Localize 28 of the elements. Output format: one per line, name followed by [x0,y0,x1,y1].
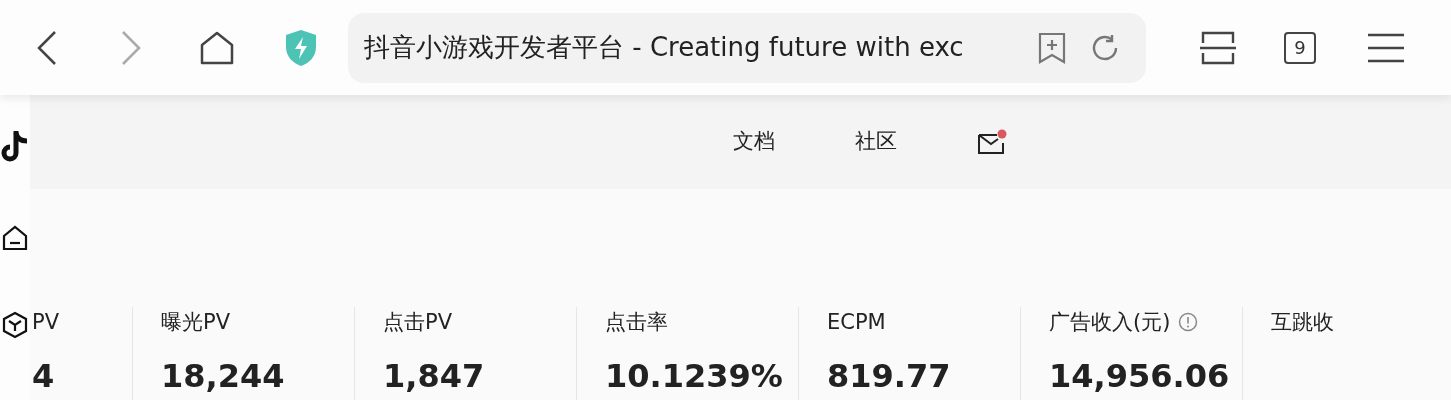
nav-link[interactable]: 文档 [733,126,775,158]
metric-label: PV [32,308,60,336]
reload-icon[interactable] [1090,32,1120,63]
bookmark-add-icon[interactable] [1038,31,1066,64]
metric-label: 点击率 [605,308,668,336]
metric-value: 819.77 [827,356,952,397]
metric-value: 10.1239% [605,356,784,397]
metric-value: 18,244 [161,356,286,397]
cube-icon[interactable] [2,311,28,339]
mail-icon[interactable] [977,128,1007,155]
metric-label: ECPM [827,308,886,336]
metric-value: 1,847 [383,356,486,397]
home-icon[interactable] [2,225,28,251]
metric-label: 点击PV [383,308,453,336]
metric-label: 广告收入(元) [1049,308,1171,336]
page-title: 抖音小游戏开发者平台 - Creating future with exc [364,31,965,64]
logo-icon[interactable] [0,129,30,163]
metric-value: 14,956.06 [1049,356,1231,397]
shield-icon [284,28,318,67]
menu-icon[interactable] [1368,32,1404,63]
tab-count-button[interactable]: 9 [1284,31,1316,64]
metric-label: 互跳收 [1271,308,1334,336]
metric-label: 曝光PV [161,308,231,336]
reader-mode-icon[interactable] [1200,30,1236,65]
nav-link[interactable]: 社区 [855,126,897,158]
info-icon[interactable] [1178,312,1199,333]
address-bar[interactable]: 抖音小游戏开发者平台 - Creating future with exc [348,12,1146,83]
metric-value: 4 [32,356,56,397]
